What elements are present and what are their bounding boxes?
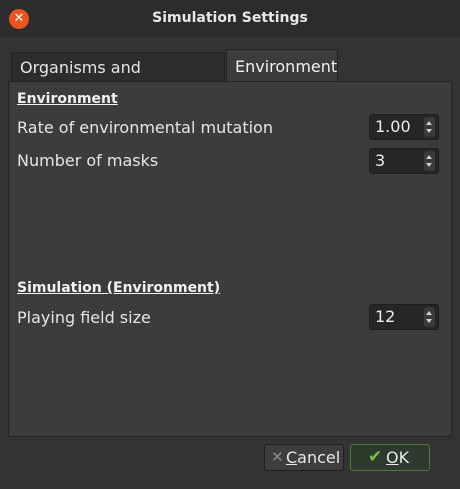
tab-environment[interactable]: Environment	[226, 49, 338, 82]
cancel-button-label: Cancel	[286, 448, 341, 467]
cancel-button[interactable]: ✕ Cancel	[264, 444, 344, 471]
environment-section-heading: Environment	[17, 91, 118, 107]
title-bar: Simulation Settings ✕	[0, 0, 460, 37]
close-icon: ✕	[13, 11, 25, 26]
playing-field-size-value[interactable]: 12	[375, 305, 395, 329]
mutation-rate-spinbox[interactable]: 1.00	[369, 114, 439, 140]
spin-arrows[interactable]	[424, 307, 435, 327]
arrow-up-icon[interactable]	[426, 311, 432, 315]
playing-field-size-label: Playing field size	[17, 308, 151, 327]
arrow-up-icon[interactable]	[426, 121, 432, 125]
arrow-down-icon[interactable]	[426, 319, 432, 323]
arrow-down-icon[interactable]	[426, 129, 432, 133]
number-of-masks-value[interactable]: 3	[375, 149, 385, 173]
close-button[interactable]: ✕	[9, 9, 29, 29]
spin-arrows[interactable]	[424, 151, 435, 171]
number-of-masks-spinbox[interactable]: 3	[369, 148, 439, 174]
mutation-rate-value[interactable]: 1.00	[375, 115, 411, 139]
x-icon: ✕	[271, 448, 284, 466]
arrow-down-icon[interactable]	[426, 163, 432, 167]
checkmark-icon: ✔	[368, 447, 383, 467]
mutation-rate-label: Rate of environmental mutation	[17, 118, 273, 137]
arrow-up-icon[interactable]	[426, 155, 432, 159]
tab-organisms-and-simulation[interactable]: Organisms and simulation	[11, 52, 225, 106]
ok-button[interactable]: ✔ OK	[350, 444, 430, 471]
playing-field-size-spinbox[interactable]: 12	[369, 304, 439, 330]
simulation-section-heading: Simulation (Environment)	[17, 280, 221, 296]
number-of-masks-label: Number of masks	[17, 151, 159, 170]
window-title: Simulation Settings	[152, 10, 308, 26]
spin-arrows[interactable]	[424, 117, 435, 137]
ok-button-label: OK	[386, 448, 410, 467]
